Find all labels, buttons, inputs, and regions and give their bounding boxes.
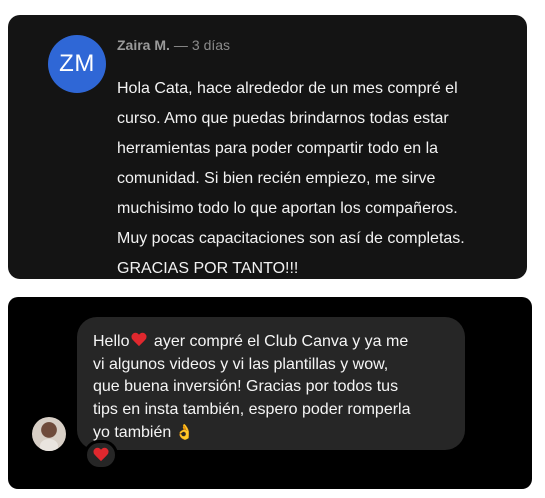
heart-reaction[interactable]: [84, 440, 118, 470]
red-heart-icon: [93, 448, 109, 462]
message-text-start: Hello: [93, 333, 130, 350]
comment-timestamp: 3 días: [191, 37, 231, 53]
message-text-rest: ayer compré el Club Canva y ya me vi alg…: [93, 333, 411, 441]
comment-card: ZM Zaira M. —3 días Hola Cata, hace alred…: [8, 15, 527, 279]
comment-author[interactable]: Zaira M.: [117, 37, 170, 53]
dm-card: Hello ayer compré el Club Canva y ya me …: [8, 297, 532, 489]
comment-body: Hola Cata, hace alrededor de un mes comp…: [117, 80, 465, 277]
comment-meta: Zaira M. —3 días: [117, 37, 230, 53]
avatar[interactable]: ZM: [48, 35, 106, 93]
red-heart-icon: [131, 333, 147, 347]
message-bubble[interactable]: Hello ayer compré el Club Canva y ya me …: [77, 317, 465, 450]
comment-separator: —: [173, 37, 188, 53]
ok-hand-icon: 👌: [175, 423, 194, 441]
sender-avatar[interactable]: [32, 417, 66, 451]
message-text: Hello ayer compré el Club Canva y ya me …: [93, 331, 455, 445]
